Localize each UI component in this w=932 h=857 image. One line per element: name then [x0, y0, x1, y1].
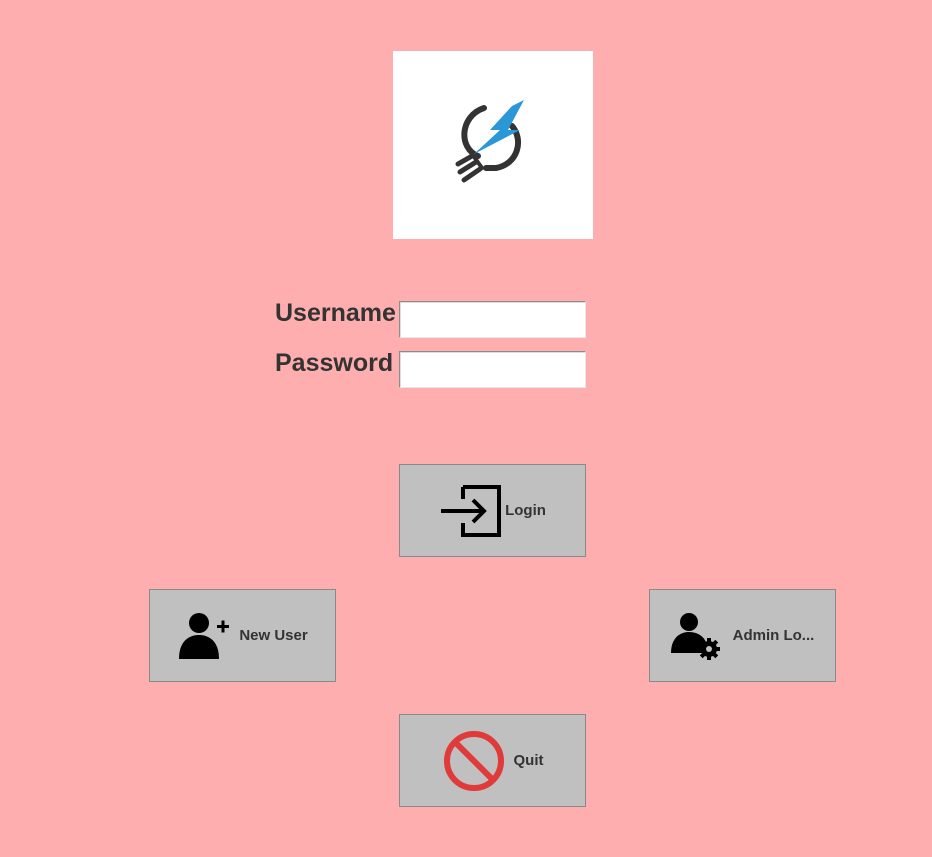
- prohibited-icon: [442, 729, 506, 793]
- admin-login-button-label: Admin Lo...: [732, 627, 815, 644]
- password-label: Password: [275, 349, 394, 377]
- new-user-button[interactable]: New User: [149, 589, 336, 682]
- quit-button-label: Quit: [513, 752, 544, 769]
- password-input[interactable]: [399, 351, 586, 388]
- admin-user-gear-icon: [670, 611, 721, 661]
- admin-login-button[interactable]: Admin Lo...: [649, 589, 836, 682]
- new-user-button-label: New User: [239, 627, 308, 644]
- add-user-icon: [177, 611, 230, 661]
- username-label: Username: [275, 299, 396, 327]
- lightbulb-lightning-icon: [455, 100, 524, 183]
- login-button-label: Login: [505, 502, 546, 519]
- app-logo: [393, 51, 593, 239]
- quit-button[interactable]: Quit: [399, 714, 586, 807]
- sign-in-icon: [439, 483, 505, 539]
- username-input[interactable]: [399, 301, 586, 338]
- login-button[interactable]: Login: [399, 464, 586, 557]
